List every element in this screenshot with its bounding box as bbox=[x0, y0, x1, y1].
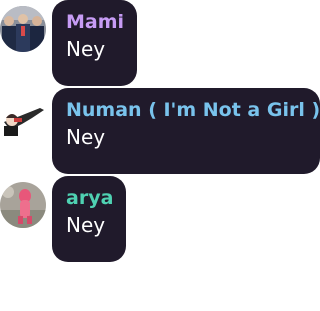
chat-message: Numan ( I'm Not a Girl ) Ney bbox=[0, 88, 320, 174]
message-bubble[interactable]: Numan ( I'm Not a Girl ) Ney bbox=[52, 88, 320, 174]
chat-message: Mami Ney bbox=[0, 0, 320, 86]
pink-figure-avatar[interactable] bbox=[0, 182, 46, 228]
message-bubble[interactable]: Mami Ney bbox=[52, 0, 137, 86]
message-text: Ney bbox=[66, 213, 106, 237]
chat-message: arya Ney bbox=[0, 176, 320, 262]
message-text: Ney bbox=[66, 125, 106, 149]
group-photo-avatar[interactable] bbox=[0, 6, 46, 52]
sender-name[interactable]: Numan ( I'm Not a Girl ) bbox=[66, 98, 320, 122]
anime-character-avatar[interactable] bbox=[0, 96, 46, 142]
sender-name[interactable]: Mami bbox=[66, 10, 124, 34]
message-bubble[interactable]: arya Ney bbox=[52, 176, 126, 262]
sender-name[interactable]: arya bbox=[66, 186, 113, 210]
message-text: Ney bbox=[66, 37, 106, 61]
